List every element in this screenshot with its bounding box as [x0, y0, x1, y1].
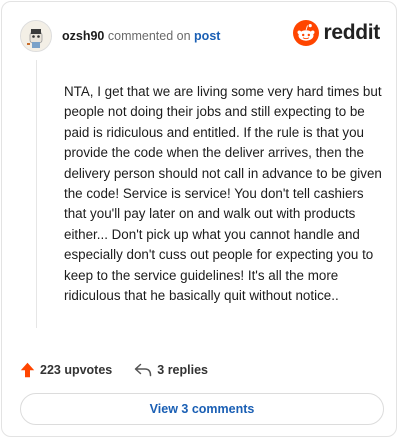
thread-line: [36, 60, 37, 328]
comment-actions: 223 upvotes 3 replies: [20, 360, 208, 380]
view-comments-button[interactable]: View 3 comments: [20, 393, 384, 425]
comment-body: NTA, I get that we are living some very …: [64, 84, 382, 304]
reply-arrow-icon: [135, 363, 152, 377]
upvote-count: 223 upvotes: [40, 363, 113, 377]
reddit-wordmark: reddit: [323, 21, 380, 44]
post-link[interactable]: post: [194, 29, 220, 43]
reply-button[interactable]: 3 replies: [134, 363, 208, 377]
reddit-logo[interactable]: reddit: [293, 20, 380, 46]
reply-count: 3 replies: [157, 363, 208, 377]
commented-on-label: commented on: [107, 29, 191, 43]
reddit-snoo-icon: [293, 20, 320, 46]
avatar-image: [21, 21, 51, 51]
upvote-arrow-icon: [20, 362, 35, 378]
username-link[interactable]: ozsh90: [62, 29, 104, 43]
comment-meta: ozsh90 commented on post: [62, 28, 220, 44]
comment-header: ozsh90 commented on post reddit: [20, 18, 380, 54]
avatar[interactable]: [20, 20, 52, 52]
comment-card: ozsh90 commented on post reddit NTA, I g…: [1, 1, 397, 437]
upvote-button[interactable]: 223 upvotes: [20, 362, 112, 378]
